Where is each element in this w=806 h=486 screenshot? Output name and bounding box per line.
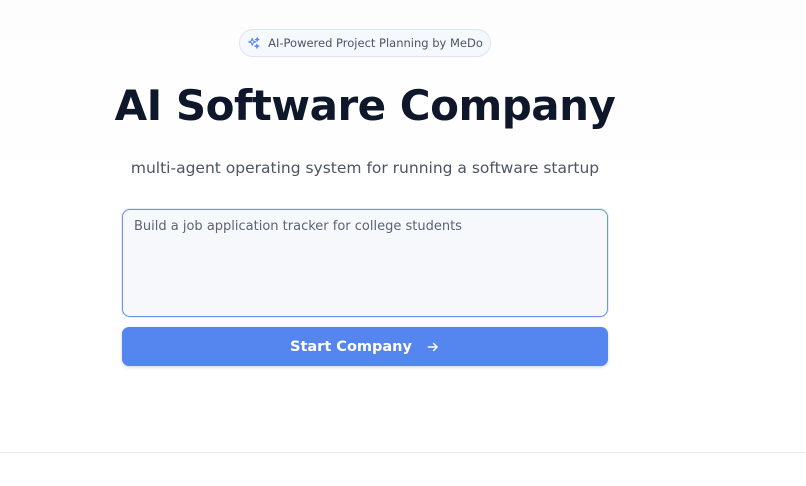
start-company-button[interactable]: Start Company: [122, 327, 608, 366]
page-subtitle: multi-agent operating system for running…: [130, 159, 600, 177]
arrow-right-icon: [426, 340, 440, 354]
badge-label: AI-Powered Project Planning by MeDo: [268, 36, 483, 50]
section-divider: [0, 452, 806, 453]
hero-badge: AI-Powered Project Planning by MeDo: [239, 29, 491, 57]
page-title: AI Software Company: [114, 81, 616, 130]
project-prompt-input[interactable]: [122, 209, 608, 317]
sparkles-icon: [247, 36, 261, 50]
start-company-label: Start Company: [290, 338, 412, 355]
